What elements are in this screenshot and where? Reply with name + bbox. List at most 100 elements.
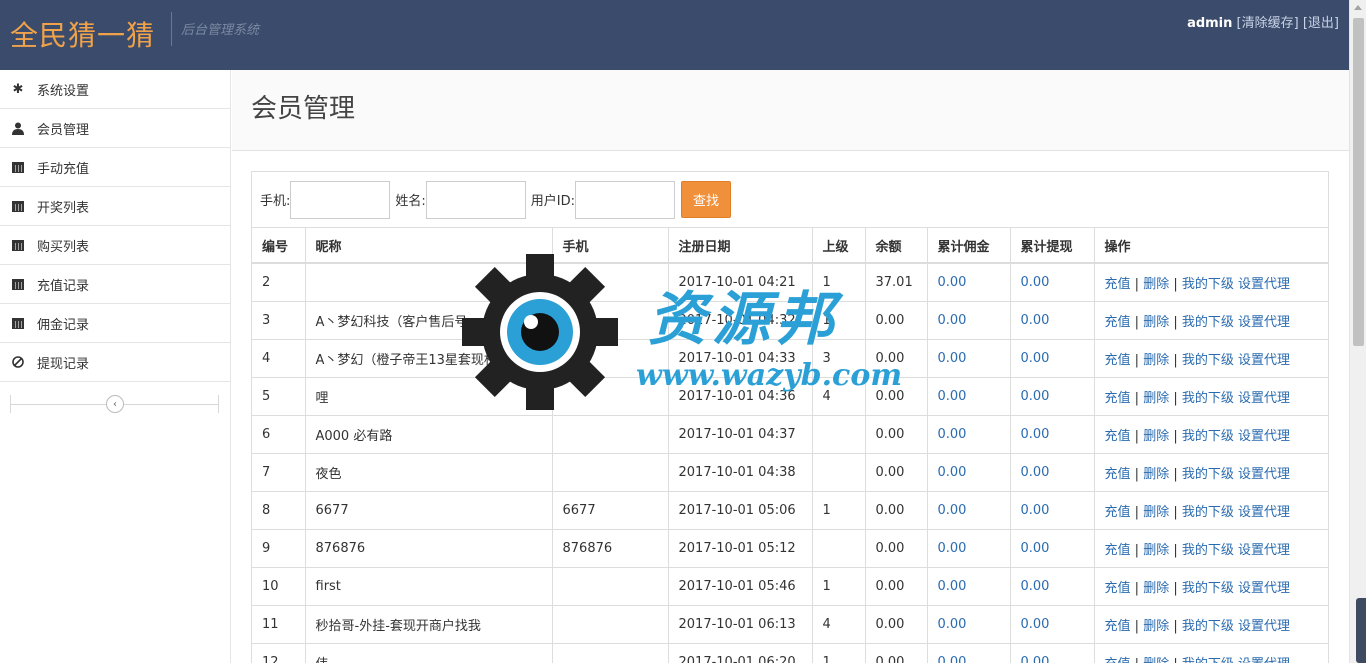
set-agent-link[interactable]: 设置代理 [1238, 353, 1290, 368]
sidebar-item-system-settings[interactable]: ✱ 系统设置 [0, 70, 230, 109]
cell-nickname [305, 262, 553, 301]
sidebar-item-withdraw-records[interactable]: 提现记录 [0, 343, 230, 382]
sidebar-item-label: 开奖列表 [37, 200, 90, 216]
phone-input[interactable] [290, 180, 391, 219]
subordinates-link[interactable]: 我的下级 [1182, 505, 1234, 520]
table-row: 2 2017-10-01 04:21 1 37.01 0.00 0.00 充值 | 删除 |… [252, 262, 1328, 301]
search-button[interactable]: 查找 [681, 181, 732, 218]
recharge-link[interactable]: 充值 [1105, 505, 1131, 520]
uid-input[interactable] [575, 180, 676, 219]
cell-reg-date: 2017-10-01 06:13 [668, 604, 813, 643]
cell-reg-date: 2017-10-01 06:20 [668, 642, 813, 663]
subordinates-link[interactable]: 我的下级 [1182, 543, 1234, 558]
sidebar-item-purchase-list[interactable]: 购买列表 [0, 226, 230, 265]
brand-divider [171, 12, 172, 46]
cell-phone [552, 452, 669, 491]
ops-separator: | [1134, 390, 1140, 406]
table-header-row: 编号 昵称 手机 注册日期 上级 余额 累计佣金 累计提现 操作 [252, 228, 1328, 264]
cell-nickname: 夜色 [305, 452, 553, 491]
delete-link[interactable]: 删除 [1143, 505, 1169, 520]
cell-actions: 充值 | 删除 | 我的下级 设置代理 [1094, 262, 1328, 301]
cell-actions: 充值 | 删除 | 我的下级 设置代理 [1094, 490, 1328, 529]
cell-commission: 0.00 [927, 376, 1011, 415]
set-agent-link[interactable]: 设置代理 [1238, 277, 1290, 292]
sidebar-item-commission-records[interactable]: 佣金记录 [0, 304, 230, 343]
sidebar-collapse-row: ‹ [0, 382, 230, 424]
recharge-link[interactable]: 充值 [1105, 277, 1131, 292]
set-agent-link[interactable]: 设置代理 [1238, 505, 1290, 520]
set-agent-link[interactable]: 设置代理 [1238, 543, 1290, 558]
recharge-link[interactable]: 充值 [1105, 353, 1131, 368]
recharge-link[interactable]: 充值 [1105, 657, 1131, 663]
set-agent-link[interactable]: 设置代理 [1238, 581, 1290, 596]
cell-actions: 充值 | 删除 | 我的下级 设置代理 [1094, 300, 1328, 339]
cell-actions: 充值 | 删除 | 我的下级 设置代理 [1094, 452, 1328, 491]
member-panel: 手机: 姓名: 用户ID: 查找 编号 昵称 手机 注册日期 上级 余额 累计佣… [251, 171, 1329, 663]
ops-separator: | [1134, 428, 1140, 444]
ops-separator: | [1134, 276, 1140, 292]
cell-reg-date: 2017-10-01 04:38 [668, 452, 813, 491]
cell-withdraw: 0.00 [1010, 300, 1095, 339]
delete-link[interactable]: 删除 [1143, 353, 1169, 368]
recharge-link[interactable]: 充值 [1105, 543, 1131, 558]
subordinates-link[interactable]: 我的下级 [1182, 353, 1234, 368]
recharge-link[interactable]: 充值 [1105, 391, 1131, 406]
scrollbar-thumb[interactable] [1353, 18, 1364, 346]
recharge-link[interactable]: 充值 [1105, 467, 1131, 482]
subordinates-link[interactable]: 我的下级 [1182, 315, 1234, 330]
user-icon [11, 121, 25, 135]
cell-id: 3 [252, 300, 306, 339]
delete-link[interactable]: 删除 [1143, 391, 1169, 406]
delete-link[interactable]: 删除 [1143, 429, 1169, 444]
scroll-up-arrow-icon[interactable] [1354, 5, 1362, 10]
delete-link[interactable]: 删除 [1143, 543, 1169, 558]
cell-phone [552, 262, 669, 301]
sidebar-item-members[interactable]: 会员管理 [0, 109, 230, 148]
logout-link[interactable]: [退出] [1303, 16, 1339, 31]
recharge-link[interactable]: 充值 [1105, 619, 1131, 634]
delete-link[interactable]: 删除 [1143, 277, 1169, 292]
subordinates-link[interactable]: 我的下级 [1182, 581, 1234, 596]
cell-withdraw: 0.00 [1010, 566, 1095, 605]
sidebar-item-recharge-records[interactable]: 充值记录 [0, 265, 230, 304]
sidebar-collapse-button[interactable]: ‹ [106, 395, 124, 413]
top-header: 全民猜一猜 后台管理系统 admin [清除缓存] [退出] [0, 0, 1349, 70]
ops-separator: | [1173, 276, 1178, 292]
recharge-link[interactable]: 充值 [1105, 429, 1131, 444]
side-float-tab[interactable] [1356, 598, 1366, 663]
cell-nickname: 哩 [305, 376, 553, 415]
cell-id: 7 [252, 452, 306, 491]
sidebar: ✱ 系统设置 会员管理 手动充值 开奖列表 购买列表 充值记录 佣金记录 提现记… [0, 70, 231, 663]
sidebar-item-manual-recharge[interactable]: 手动充值 [0, 148, 230, 187]
delete-link[interactable]: 删除 [1143, 467, 1169, 482]
cell-phone [552, 338, 669, 377]
name-input[interactable] [425, 180, 526, 219]
subordinates-link[interactable]: 我的下级 [1182, 277, 1234, 292]
set-agent-link[interactable]: 设置代理 [1238, 657, 1290, 663]
recharge-link[interactable]: 充值 [1105, 315, 1131, 330]
recharge-link[interactable]: 充值 [1105, 581, 1131, 596]
cell-phone: 6677 [552, 490, 669, 529]
clear-cache-link[interactable]: [清除缓存] [1237, 16, 1299, 31]
cell-parent: 1 [812, 300, 866, 339]
set-agent-link[interactable]: 设置代理 [1238, 391, 1290, 406]
delete-link[interactable]: 删除 [1143, 619, 1169, 634]
subordinates-link[interactable]: 我的下级 [1182, 657, 1234, 663]
subordinates-link[interactable]: 我的下级 [1182, 467, 1234, 482]
set-agent-link[interactable]: 设置代理 [1238, 429, 1290, 444]
sidebar-item-lottery-list[interactable]: 开奖列表 [0, 187, 230, 226]
set-agent-link[interactable]: 设置代理 [1238, 315, 1290, 330]
set-agent-link[interactable]: 设置代理 [1238, 619, 1290, 634]
cell-withdraw: 0.00 [1010, 490, 1095, 529]
brand-logo[interactable]: 全民猜一猜 [10, 14, 155, 54]
cell-id: 12 [252, 642, 306, 663]
set-agent-link[interactable]: 设置代理 [1238, 467, 1290, 482]
subordinates-link[interactable]: 我的下级 [1182, 619, 1234, 634]
subordinates-link[interactable]: 我的下级 [1182, 391, 1234, 406]
sidebar-item-label: 系统设置 [37, 83, 90, 99]
page-scrollbar[interactable] [1349, 0, 1366, 663]
delete-link[interactable]: 删除 [1143, 581, 1169, 596]
delete-link[interactable]: 删除 [1143, 315, 1169, 330]
subordinates-link[interactable]: 我的下级 [1182, 429, 1234, 444]
delete-link[interactable]: 删除 [1143, 657, 1169, 663]
